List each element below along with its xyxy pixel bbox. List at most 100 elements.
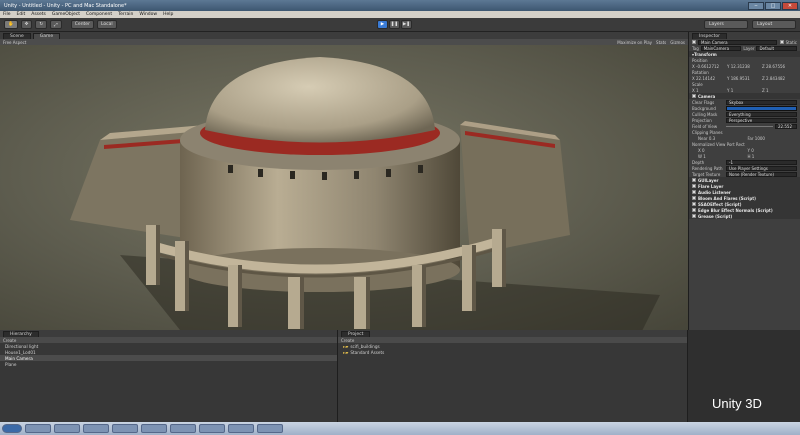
- layout-dropdown[interactable]: Layout: [752, 20, 796, 29]
- component-grease[interactable]: Grease (Script): [689, 213, 800, 219]
- rect-y-field[interactable]: Y 0: [748, 148, 798, 153]
- menu-edit[interactable]: Edit: [17, 12, 26, 17]
- maximize-button[interactable]: □: [765, 1, 781, 10]
- project-folder[interactable]: ▸▰ Standard Assets: [338, 349, 687, 355]
- tab-hierarchy[interactable]: Hierarchy: [3, 331, 39, 337]
- rect-h-field[interactable]: H 1: [748, 154, 798, 159]
- depth-field[interactable]: -1: [726, 159, 797, 165]
- clear-flags-dropdown[interactable]: Skybox: [726, 99, 797, 105]
- projection-dropdown[interactable]: Perspective: [726, 117, 797, 123]
- move-tool-button[interactable]: ✥: [20, 20, 33, 29]
- component-checkbox[interactable]: [692, 214, 696, 218]
- menu-file[interactable]: File: [3, 12, 11, 17]
- render-path-label: Rendering Path: [692, 165, 723, 171]
- background-label: Background: [692, 105, 716, 111]
- rect-w-field[interactable]: W 1: [692, 154, 748, 159]
- component-checkbox[interactable]: [692, 178, 696, 182]
- scale-tool-button[interactable]: ⤢: [50, 20, 62, 29]
- playback-controls: ▶ ❚❚ ▶❚: [377, 20, 412, 29]
- taskbar-app[interactable]: [199, 424, 225, 433]
- menu-window[interactable]: Window: [139, 12, 157, 17]
- tab-inspector[interactable]: Inspector: [692, 33, 727, 39]
- inspector-panel: Inspector Main Camera Static Tag MainCam…: [688, 32, 800, 330]
- taskbar-app[interactable]: [54, 424, 80, 433]
- pos-x-field[interactable]: X -0.6612712: [692, 64, 727, 69]
- minimize-button[interactable]: ‒: [748, 1, 764, 10]
- component-label: Bloom And Flares (Script): [698, 195, 756, 201]
- scale-z-field[interactable]: Z 1: [762, 88, 797, 93]
- play-button[interactable]: ▶: [377, 20, 388, 29]
- menu-terrain[interactable]: Terrain: [118, 12, 133, 17]
- folder-label: scifi_buildings: [350, 343, 380, 349]
- taskbar-app[interactable]: [228, 424, 254, 433]
- hierarchy-create-button[interactable]: Create: [3, 338, 16, 343]
- stats-toggle[interactable]: Stats: [656, 40, 666, 45]
- component-checkbox[interactable]: [692, 184, 696, 188]
- layer-dropdown[interactable]: Default: [756, 45, 797, 51]
- rotate-tool-button[interactable]: ↻: [35, 20, 48, 29]
- step-button[interactable]: ▶❚: [401, 20, 412, 29]
- static-checkbox[interactable]: [779, 40, 784, 44]
- scale-icon: ⤢: [54, 22, 58, 28]
- hand-tool-button[interactable]: ✋: [4, 20, 18, 29]
- pos-z-field[interactable]: Z 28.67556: [762, 64, 797, 69]
- scale-y-field[interactable]: Y 1: [727, 88, 762, 93]
- pivot-center-button[interactable]: Center: [70, 20, 94, 29]
- menu-assets[interactable]: Assets: [31, 12, 46, 17]
- taskbar-app[interactable]: [83, 424, 109, 433]
- tab-project[interactable]: Project: [341, 331, 371, 337]
- rect-x-field[interactable]: X 0: [692, 148, 748, 153]
- folder-icon: ▸▰: [343, 349, 349, 355]
- pivot-local-button[interactable]: Local: [96, 20, 117, 29]
- gizmos-toggle[interactable]: Gizmos: [670, 40, 685, 45]
- layers-dropdown[interactable]: Layers: [704, 20, 748, 29]
- component-label: SSAOEffect (Script): [698, 201, 742, 207]
- component-checkbox[interactable]: [692, 190, 696, 194]
- close-button[interactable]: ✕: [782, 1, 798, 10]
- render-path-dropdown[interactable]: Use Player Settings: [726, 165, 797, 171]
- fov-slider[interactable]: [726, 125, 773, 127]
- background-row: Background: [689, 105, 800, 111]
- rot-y-field[interactable]: Y 186.9531: [727, 76, 762, 81]
- taskbar-app[interactable]: [25, 424, 51, 433]
- rot-z-field[interactable]: Z 2.843482: [762, 76, 797, 81]
- inspector-tabs: Inspector: [689, 32, 800, 39]
- object-active-checkbox[interactable]: [692, 40, 696, 44]
- pause-button[interactable]: ❚❚: [389, 20, 400, 29]
- far-field[interactable]: Far 1000: [748, 136, 798, 141]
- project-create-button[interactable]: Create: [341, 338, 354, 343]
- rot-x-field[interactable]: X 22.14142: [692, 76, 727, 81]
- menu-component[interactable]: Component: [86, 12, 112, 17]
- camera-enabled-checkbox[interactable]: [692, 94, 696, 98]
- scene-panel: Scene Game Free Aspect Maximize on Play …: [0, 32, 688, 330]
- culling-dropdown[interactable]: Everything: [726, 111, 797, 117]
- menu-gameobject[interactable]: GameObject: [52, 12, 80, 17]
- taskbar-app[interactable]: [257, 424, 283, 433]
- target-texture-field[interactable]: None (Render Texture): [726, 171, 797, 177]
- background-color-swatch[interactable]: [726, 105, 797, 111]
- component-checkbox[interactable]: [692, 196, 696, 200]
- maximize-on-play-toggle[interactable]: Maximize on Play: [617, 40, 652, 45]
- clear-flags-label: Clear Flags: [692, 99, 715, 105]
- scale-x-field[interactable]: X 1: [692, 88, 727, 93]
- menu-help[interactable]: Help: [163, 12, 173, 17]
- near-field[interactable]: Near 0.3: [692, 136, 748, 141]
- component-checkbox[interactable]: [692, 202, 696, 206]
- bottom-panels: Hierarchy Create Directional light House…: [0, 330, 800, 422]
- hierarchy-item[interactable]: Plane: [0, 361, 337, 367]
- taskbar-app[interactable]: [170, 424, 196, 433]
- layer-label: Layer: [743, 45, 755, 51]
- viewport-rect-xy: X 0Y 0: [689, 147, 800, 153]
- tag-dropdown[interactable]: MainCamera: [700, 45, 742, 51]
- component-checkbox[interactable]: [692, 208, 696, 212]
- aspect-dropdown[interactable]: Free Aspect: [3, 40, 26, 45]
- taskbar-app[interactable]: [112, 424, 138, 433]
- scale-values: X 1 Y 1 Z 1: [689, 87, 800, 93]
- fov-field[interactable]: 22.552: [775, 123, 797, 129]
- taskbar-app[interactable]: [141, 424, 167, 433]
- start-button[interactable]: [2, 424, 22, 433]
- transform-title: Transform: [694, 51, 717, 57]
- pos-y-field[interactable]: Y 12.31238: [727, 64, 762, 69]
- game-viewport[interactable]: [0, 45, 688, 330]
- object-name-field[interactable]: Main Camera: [698, 39, 777, 45]
